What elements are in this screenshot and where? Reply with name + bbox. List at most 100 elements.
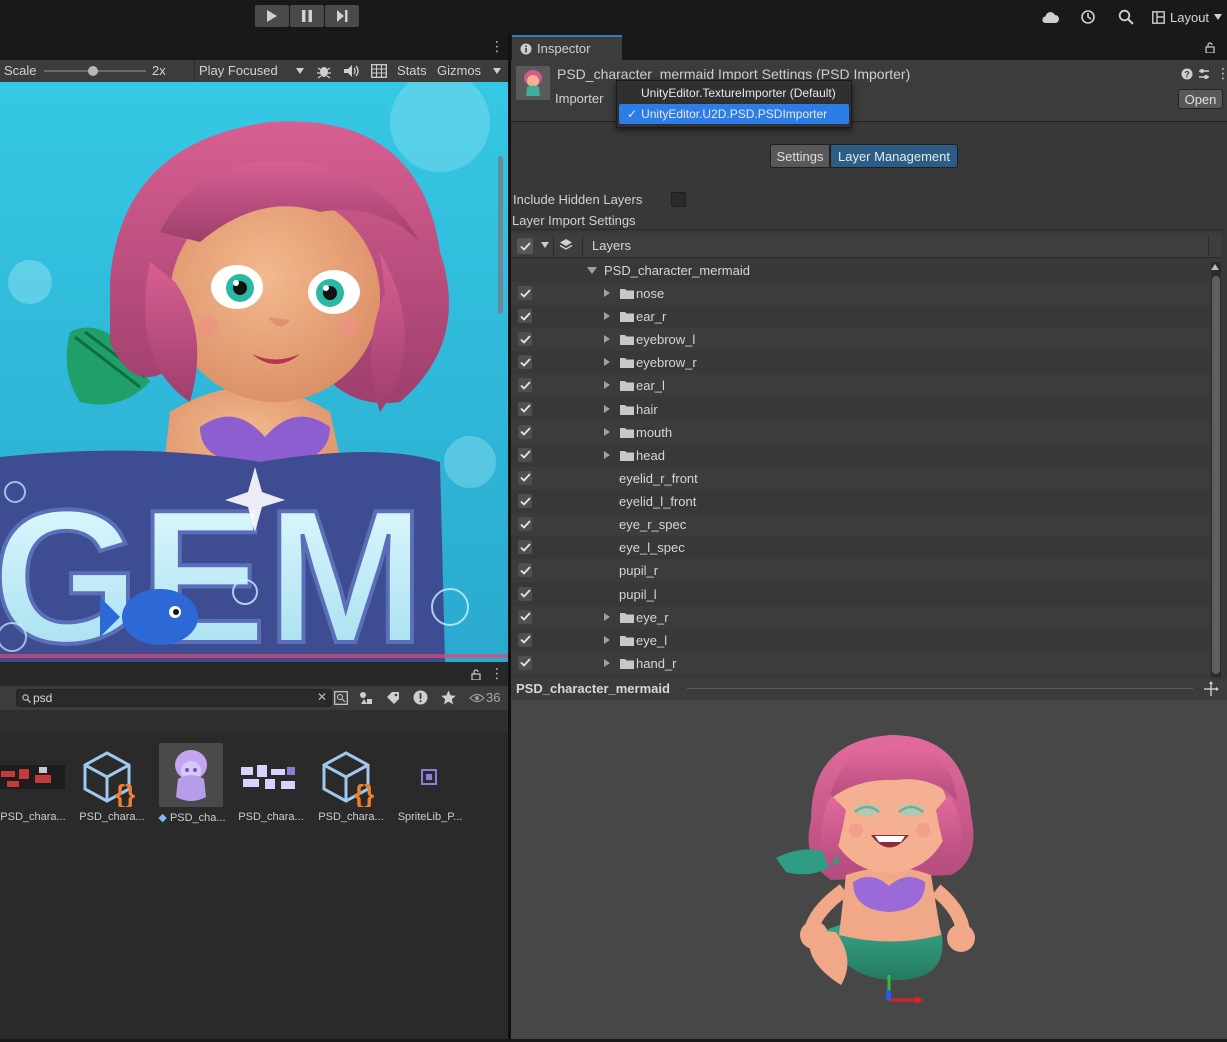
chevron-right-icon[interactable] [604,450,610,459]
chevron-down-icon[interactable] [296,68,304,74]
layers-icon[interactable] [559,238,573,252]
layer-row[interactable]: eyebrow_l [511,328,1209,352]
layer-row[interactable]: eyebrow_r [511,351,1209,374]
chevron-right-icon[interactable] [604,381,610,390]
layer-row[interactable]: eye_r_spec [511,513,1209,537]
layer-import-checkbox[interactable] [518,586,532,601]
layer-row[interactable]: eye_l [511,629,1209,652]
kebab-menu-icon[interactable]: ⋮ [490,665,504,682]
layer-import-checkbox[interactable] [518,563,532,578]
layer-row[interactable]: ear_r [511,305,1209,328]
importer-option-psd[interactable]: ✓ UnityEditor.U2D.PSD.PSDImporter [619,104,849,124]
layer-import-checkbox[interactable] [518,494,532,509]
layer-row[interactable]: pupil_r [511,559,1209,583]
chevron-right-icon[interactable] [604,358,610,367]
open-button[interactable]: Open [1178,89,1223,109]
layer-import-checkbox[interactable] [518,632,532,647]
layer-row[interactable]: eye_r [511,605,1209,629]
preset-icon[interactable] [1198,68,1210,80]
play-mode-dropdown[interactable]: Play Focused [199,63,278,78]
layer-root-row[interactable]: PSD_character_mermaid [511,259,1209,282]
asset-tile[interactable]: {} PSD_chara... [73,744,149,836]
chevron-down-icon[interactable] [587,267,597,274]
layer-import-checkbox[interactable] [518,540,532,555]
include-hidden-layers-checkbox[interactable] [671,192,686,207]
layer-row[interactable]: eyelid_l_front [511,490,1209,513]
layer-import-checkbox[interactable] [518,401,532,416]
importer-option-texture[interactable]: UnityEditor.TextureImporter (Default) [619,83,849,103]
lock-icon[interactable] [1205,42,1215,53]
pause-button[interactable] [290,5,324,27]
preview-drag-line[interactable] [687,688,1193,689]
layer-import-checkbox[interactable] [518,332,532,347]
label-tag-icon[interactable] [386,691,400,705]
history-button[interactable] [1078,7,1098,27]
chevron-down-icon[interactable] [493,68,501,74]
kebab-menu-icon[interactable]: ⋮ [1216,65,1227,82]
layer-row[interactable]: eyelid_r_front [511,466,1209,490]
gizmos-button[interactable]: Gizmos [437,63,481,78]
layers-scrollbar-thumb[interactable] [1212,276,1220,674]
layer-import-checkbox[interactable] [518,517,532,532]
filter-by-type-icon[interactable] [359,691,373,705]
layer-import-checkbox[interactable] [518,286,532,300]
play-button[interactable] [255,5,289,27]
layer-row[interactable]: mouth [511,420,1209,444]
chevron-right-icon[interactable] [604,427,610,436]
layer-row[interactable]: pupil_l [511,583,1209,606]
cloud-button[interactable] [1040,7,1060,27]
search-button[interactable] [1116,7,1136,27]
select-all-checkbox[interactable] [517,238,533,254]
step-button[interactable] [325,5,359,27]
scroll-up-icon[interactable] [1211,264,1219,270]
layer-import-checkbox[interactable] [518,470,532,485]
chevron-down-icon[interactable] [541,242,549,248]
grid-icon[interactable] [371,64,387,78]
chevron-right-icon[interactable] [604,658,610,667]
clear-search-icon[interactable]: ✕ [317,690,327,704]
layer-row[interactable]: hand_r [511,651,1209,675]
chevron-right-icon[interactable] [604,635,610,644]
favorite-star-icon[interactable] [441,690,456,705]
chevron-right-icon[interactable] [604,612,610,621]
asset-tile[interactable]: {} PSD_chara... [312,744,388,836]
help-icon[interactable]: ? [1181,68,1193,80]
chevron-right-icon[interactable] [604,312,610,321]
bug-icon[interactable] [316,63,332,79]
layer-import-checkbox[interactable] [518,655,532,670]
layer-import-checkbox[interactable] [518,355,532,370]
layer-import-checkbox[interactable] [518,424,532,439]
chevron-right-icon[interactable] [604,404,610,413]
preview-area[interactable] [511,700,1227,1039]
tab-inspector[interactable]: Inspector [512,35,622,60]
layer-row[interactable]: hair [511,398,1209,421]
asset-tile[interactable]: PSD_chara... [232,744,308,836]
warning-icon[interactable] [413,690,428,705]
layer-row[interactable]: nose [511,282,1209,305]
asset-tile-selected[interactable]: ◆ PSD_cha... [153,743,229,836]
asset-tile[interactable]: SpriteLib_P... [391,744,467,836]
tab-layer-management[interactable]: Layer Management [830,144,958,168]
layer-row[interactable]: ear_l [511,374,1209,398]
layer-import-checkbox[interactable] [518,309,532,324]
kebab-menu-icon[interactable]: ⋮ [490,38,504,55]
layer-row[interactable]: eye_l_spec [511,536,1209,559]
stats-button[interactable]: Stats [397,63,427,78]
chevron-right-icon[interactable] [604,335,610,344]
pivot-move-icon[interactable] [1203,681,1219,697]
layer-import-checkbox[interactable] [518,447,532,462]
layer-import-checkbox[interactable] [518,609,532,624]
layer-import-checkbox[interactable] [518,378,532,393]
game-view[interactable]: GEM [0,82,508,662]
game-view-scrollbar[interactable] [498,156,503,314]
layout-dropdown[interactable]: Layout [1152,7,1223,27]
asset-tile[interactable]: PSD_chara... [0,744,70,836]
lock-icon[interactable] [471,669,481,680]
search-input[interactable]: psd ✕ [16,689,332,707]
layer-row[interactable]: head [511,444,1209,467]
chevron-right-icon[interactable] [604,289,610,297]
scale-slider-handle[interactable] [88,66,98,76]
tab-settings[interactable]: Settings [770,144,830,168]
audio-icon[interactable] [343,64,359,78]
search-by-type-icon[interactable] [334,691,348,705]
